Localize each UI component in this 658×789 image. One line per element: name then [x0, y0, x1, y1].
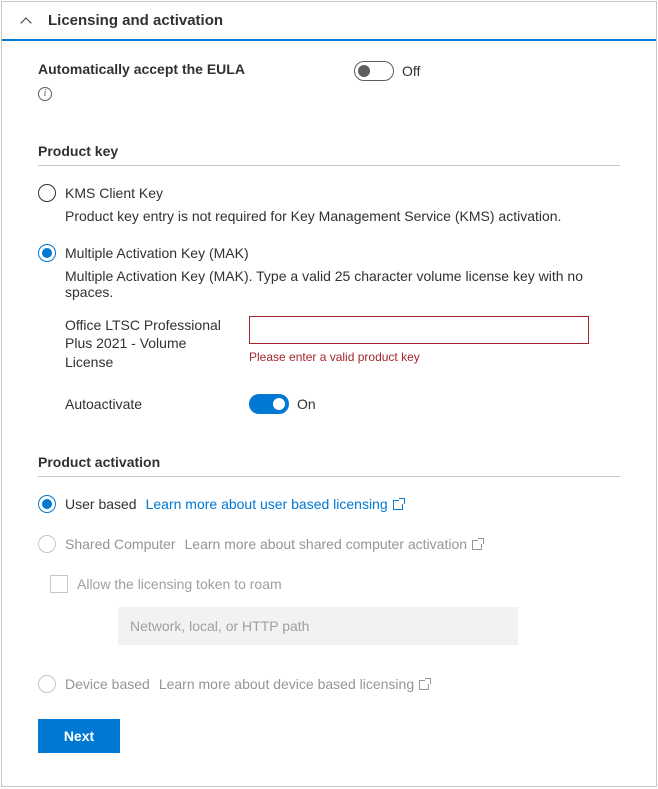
panel-header[interactable]: Licensing and activation [2, 2, 656, 41]
activation-shared-link: Learn more about shared computer activat… [185, 536, 485, 552]
activation-user-link-text: Learn more about user based licensing [146, 496, 388, 512]
activation-section-title: Product activation [38, 454, 620, 477]
external-link-icon [472, 538, 484, 550]
activation-user-link[interactable]: Learn more about user based licensing [146, 496, 405, 512]
licensing-panel: Licensing and activation Automatically a… [1, 1, 657, 787]
panel-content: Automatically accept the EULA i Off Prod… [2, 41, 656, 786]
mak-key-row: Office LTSC Professional Plus 2021 - Vol… [65, 316, 620, 373]
activation-user-radio[interactable] [38, 495, 56, 513]
panel-title: Licensing and activation [48, 12, 223, 29]
activation-shared-link-text: Learn more about shared computer activat… [185, 536, 468, 552]
eula-label-wrap: Automatically accept the EULA i [38, 61, 354, 101]
footer: Next [38, 703, 620, 773]
kms-radio[interactable] [38, 184, 56, 202]
eula-label: Automatically accept the EULA [38, 61, 354, 77]
mak-radio-row: Multiple Activation Key (MAK) [38, 244, 620, 262]
roam-option: Allow the licensing token to roam [50, 575, 620, 593]
mak-key-label: Office LTSC Professional Plus 2021 - Vol… [65, 316, 237, 373]
activation-user-option: User based Learn more about user based l… [38, 495, 620, 513]
external-link-icon [393, 498, 405, 510]
activation-user-label: User based [65, 496, 137, 512]
mak-radio-label: Multiple Activation Key (MAK) [65, 245, 249, 261]
activation-device-link-text: Learn more about device based licensing [159, 676, 414, 692]
eula-row: Automatically accept the EULA i Off [38, 61, 620, 101]
activation-shared-option: Shared Computer Learn more about shared … [38, 535, 620, 553]
autoactivate-row: Autoactivate On [65, 394, 620, 414]
next-button[interactable]: Next [38, 719, 120, 753]
eula-toggle[interactable] [354, 61, 394, 81]
roam-path-input [118, 607, 518, 645]
roam-checkbox [50, 575, 68, 593]
info-icon[interactable]: i [38, 87, 52, 101]
product-key-section-title: Product key [38, 143, 620, 166]
kms-radio-label: KMS Client Key [65, 185, 163, 201]
mak-key-field-wrap: Please enter a valid product key [249, 316, 620, 373]
mak-key-error: Please enter a valid product key [249, 350, 620, 364]
chevron-up-icon [20, 15, 32, 27]
activation-device-label: Device based [65, 676, 150, 692]
mak-desc: Multiple Activation Key (MAK). Type a va… [65, 268, 620, 300]
mak-radio[interactable] [38, 244, 56, 262]
autoactivate-toggle-wrap: On [249, 394, 316, 414]
roam-label: Allow the licensing token to roam [77, 576, 282, 592]
activation-device-option: Device based Learn more about device bas… [38, 675, 620, 693]
autoactivate-toggle[interactable] [249, 394, 289, 414]
mak-key-input[interactable] [249, 316, 589, 344]
activation-shared-label: Shared Computer [65, 536, 176, 552]
kms-desc: Product key entry is not required for Ke… [65, 208, 620, 224]
autoactivate-state: On [297, 396, 316, 412]
autoactivate-label: Autoactivate [65, 396, 249, 412]
eula-toggle-state: Off [402, 63, 420, 79]
kms-radio-row: KMS Client Key [38, 184, 620, 202]
external-link-icon [419, 678, 431, 690]
eula-toggle-wrap: Off [354, 61, 420, 81]
activation-shared-radio [38, 535, 56, 553]
activation-device-radio [38, 675, 56, 693]
activation-device-link: Learn more about device based licensing [159, 676, 431, 692]
